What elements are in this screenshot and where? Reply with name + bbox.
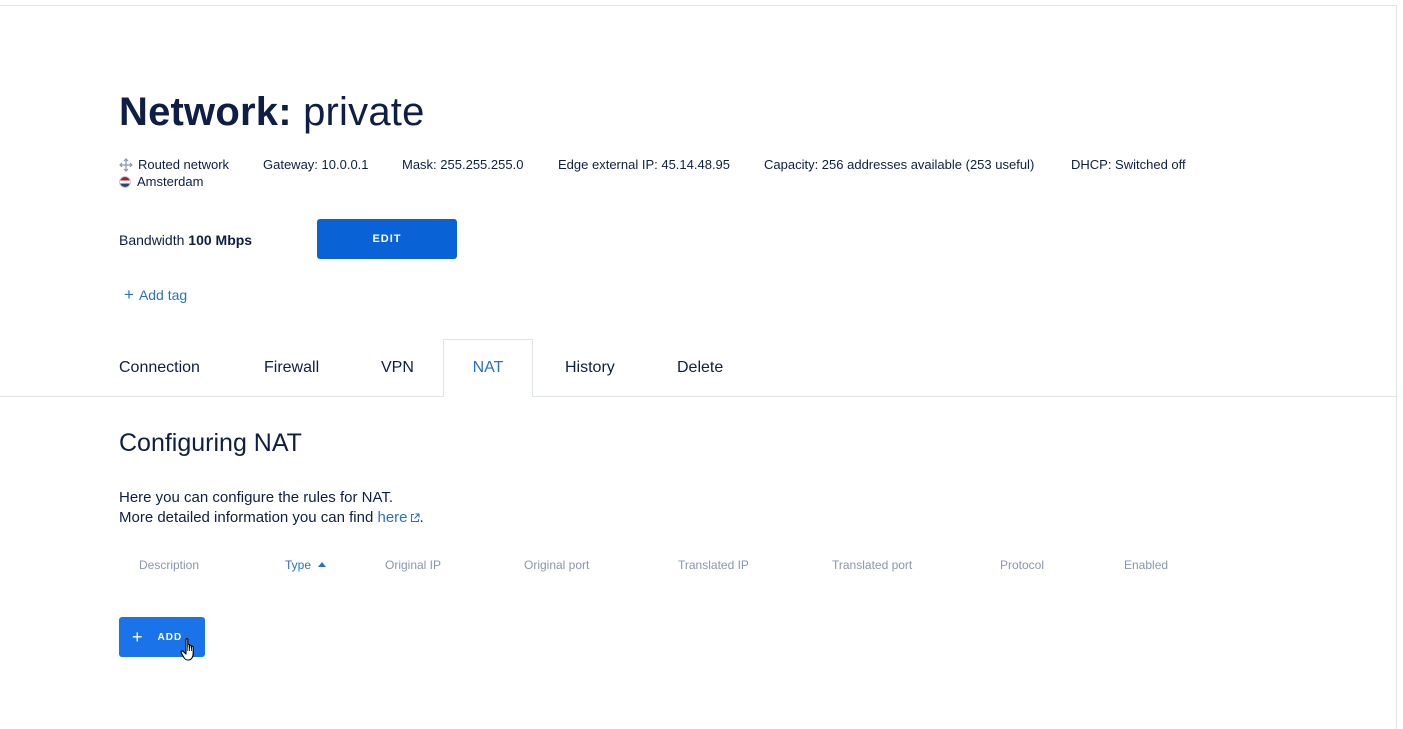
network-type: Routed network <box>119 156 229 173</box>
tab-nat-label: NAT <box>472 359 504 376</box>
add-tag-label: Add tag <box>138 287 188 303</box>
external-link-icon <box>410 513 420 523</box>
network-location: Amsterdam <box>119 173 229 190</box>
tab-nat[interactable]: NAT <box>443 339 533 397</box>
edge-ip-info: Edge external IP: 45.14.48.95 <box>558 157 731 172</box>
right-divider <box>1396 5 1397 729</box>
bandwidth-value: 100 Mbps <box>188 232 253 248</box>
description-line-1: Here you can configure the rules for NAT… <box>119 489 394 506</box>
gateway-info: Gateway: 10.0.0.1 <box>263 157 369 172</box>
netherlands-flag-icon <box>119 175 131 188</box>
column-type[interactable]: Type <box>285 558 327 572</box>
bandwidth-label: Bandwidth <box>119 232 185 248</box>
hand-cursor-icon <box>180 638 194 661</box>
tab-vpn[interactable]: VPN <box>381 358 414 378</box>
page-title-key: Network: <box>119 90 292 134</box>
column-translated-ip[interactable]: Translated IP <box>678 558 749 572</box>
bandwidth-info: Bandwidth 100 Mbps <box>119 231 252 249</box>
column-original-port[interactable]: Original port <box>524 558 589 572</box>
mask-info: Mask: 255.255.255.0 <box>402 157 524 172</box>
tab-history[interactable]: History <box>565 358 615 378</box>
plus-icon: + <box>124 285 134 304</box>
description-suffix: . <box>419 509 424 526</box>
sort-ascending-icon <box>318 562 327 567</box>
edit-bandwidth-button[interactable]: EDIT <box>317 219 457 259</box>
column-protocol[interactable]: Protocol <box>1000 558 1044 572</box>
section-title: Configuring NAT <box>119 429 302 457</box>
help-link[interactable]: here <box>377 509 420 526</box>
column-type-label: Type <box>285 558 312 572</box>
description-line-2: More detailed information you can find h… <box>119 508 424 528</box>
description-prefix: More detailed information you can find <box>119 509 374 526</box>
tab-connection[interactable]: Connection <box>119 358 200 378</box>
tab-firewall[interactable]: Firewall <box>264 358 319 378</box>
add-rule-label: ADD <box>157 631 183 643</box>
help-link-label: here <box>377 509 408 526</box>
column-description[interactable]: Description <box>139 558 199 572</box>
plus-icon: + <box>132 627 144 647</box>
location-label: Amsterdam <box>137 174 204 189</box>
routed-network-icon <box>119 157 133 172</box>
column-original-ip[interactable]: Original IP <box>385 558 441 572</box>
top-divider <box>0 5 1397 6</box>
network-type-label: Routed network <box>138 157 230 172</box>
column-enabled[interactable]: Enabled <box>1124 558 1168 572</box>
dhcp-info: DHCP: Switched off <box>1071 157 1186 172</box>
tab-delete[interactable]: Delete <box>677 358 723 378</box>
network-info: Routed network Amsterdam <box>119 156 229 190</box>
column-translated-port[interactable]: Translated port <box>832 558 912 572</box>
nat-description: Here you can configure the rules for NAT… <box>119 488 424 528</box>
page-title: Network: private <box>119 88 425 136</box>
add-tag-link[interactable]: + Add tag <box>124 286 187 304</box>
page-title-value: private <box>303 90 425 134</box>
tabs-divider <box>0 396 1397 397</box>
capacity-info: Capacity: 256 addresses available (253 u… <box>764 157 1035 172</box>
